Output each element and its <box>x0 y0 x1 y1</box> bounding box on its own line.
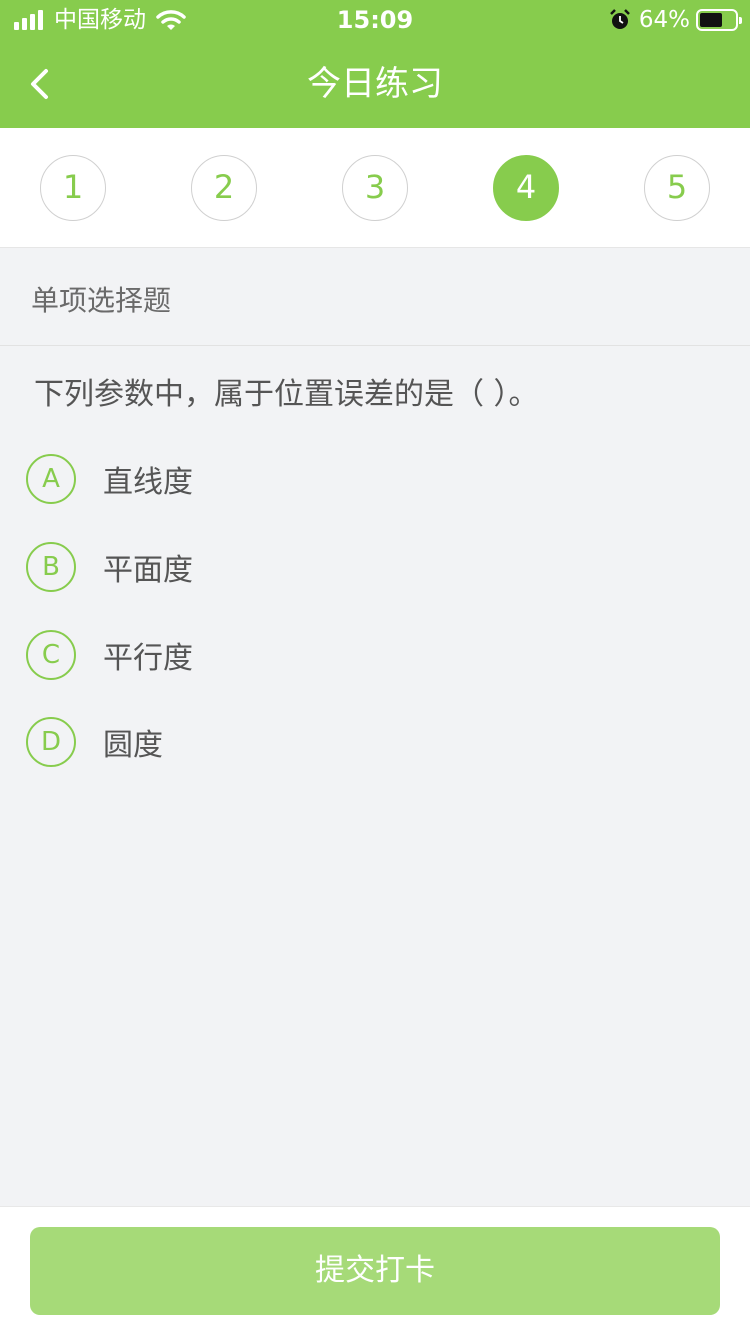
question-type-label: 单项选择题 <box>0 248 750 346</box>
header: 中国移动 15:09 64% 今日练习 <box>0 0 750 128</box>
option-b[interactable]: B 平面度 <box>26 541 706 593</box>
option-letter: C <box>26 630 76 680</box>
option-letter: A <box>26 454 76 504</box>
option-text: 平行度 <box>103 641 193 676</box>
battery-nub <box>739 17 742 24</box>
option-text: 圆度 <box>103 728 163 763</box>
option-letter: B <box>26 542 76 592</box>
alarm-icon <box>609 9 630 29</box>
option-d[interactable]: D 圆度 <box>26 716 706 768</box>
status-bar: 中国移动 15:09 64% <box>0 0 750 40</box>
step-3[interactable]: 3 <box>342 155 408 221</box>
question-text: 下列参数中，属于位置误差的是（ ）。 <box>34 377 539 412</box>
option-c[interactable]: C 平行度 <box>26 629 706 681</box>
option-text: 直线度 <box>103 465 193 500</box>
option-text: 平面度 <box>103 553 193 588</box>
option-a[interactable]: A 直线度 <box>26 453 706 505</box>
step-5[interactable]: 5 <box>644 155 710 221</box>
step-2[interactable]: 2 <box>191 155 257 221</box>
submit-button[interactable]: 提交打卡 <box>30 1227 720 1315</box>
step-1[interactable]: 1 <box>40 155 106 221</box>
page-title: 今日练习 <box>307 64 443 104</box>
battery-icon <box>696 9 742 31</box>
step-4[interactable]: 4 <box>493 155 559 221</box>
footer: 提交打卡 <box>0 1206 750 1334</box>
status-bar-right: 64% <box>609 6 742 34</box>
battery-percent: 64% <box>638 7 690 33</box>
battery-fill <box>700 13 722 27</box>
option-letter: D <box>26 717 76 767</box>
question-steps: 1 2 3 4 5 <box>0 128 750 248</box>
